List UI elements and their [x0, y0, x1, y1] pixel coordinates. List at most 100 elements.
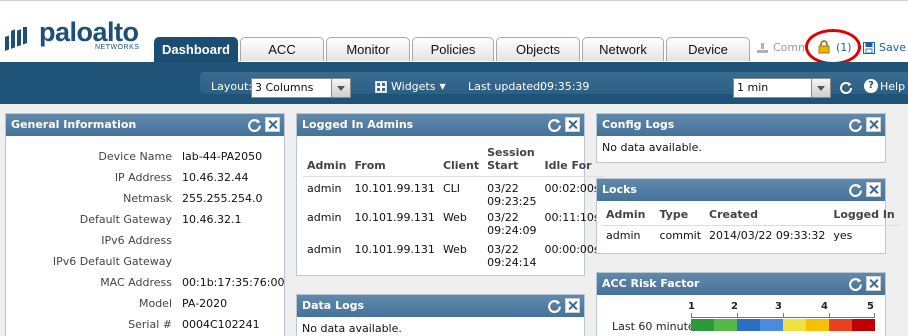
cell-from: 10.101.99.131: [354, 210, 435, 224]
column-header: Admin: [606, 208, 646, 221]
tab-acc[interactable]: ACC: [240, 37, 324, 61]
cell-logged-in: yes: [833, 229, 853, 242]
tab-monitor[interactable]: Monitor: [326, 37, 410, 61]
tab-objects[interactable]: Objects: [496, 37, 580, 61]
info-value: 0004C102241: [182, 318, 260, 331]
close-icon[interactable]: [565, 298, 580, 313]
close-icon[interactable]: [866, 276, 881, 291]
refresh-icon[interactable]: [839, 80, 853, 94]
info-row: Model PA-2020: [6, 297, 286, 317]
table-header-row: Admin Type Created Logged In: [602, 208, 899, 226]
locks-widget: Locks Admin Type Created Logged In admin…: [596, 178, 899, 254]
session-time: 09:24:14: [487, 255, 537, 269]
info-key: IPv6 Address: [101, 234, 172, 247]
session-date: 03/22: [487, 242, 519, 256]
column-header: Type: [659, 208, 689, 221]
widget-header: Logged In Admins: [297, 114, 584, 136]
info-row: IP Address 10.46.32.44: [6, 171, 286, 191]
cell-admin: admin: [307, 210, 342, 224]
refresh-icon[interactable]: [547, 117, 562, 132]
tab-device[interactable]: Device: [666, 37, 750, 61]
tab-network[interactable]: Network: [582, 37, 664, 61]
refresh-icon[interactable]: [547, 298, 562, 313]
cell-admin: admin: [307, 242, 342, 256]
info-row: Default Gateway 10.46.32.1: [6, 213, 286, 233]
info-value: 10.46.32.1: [182, 213, 242, 226]
widget-title: ACC Risk Factor: [602, 277, 700, 290]
paloalto-logo: paloalto NETWORKS: [5, 11, 145, 51]
close-icon[interactable]: [866, 182, 881, 197]
column-header: Client: [442, 159, 480, 172]
info-key: Model: [138, 297, 172, 310]
last-updated-label: Last updated:: [468, 80, 544, 93]
logged-in-admins-widget: Logged In Admins Admin From Client Sessi…: [296, 113, 604, 276]
refresh-interval-select[interactable]: 1 min: [733, 78, 831, 98]
table-row: admin 10.101.99.131 CLI 03/22 09:23:25 00…: [303, 176, 604, 209]
widgets-menu[interactable]: Widgets ▼: [375, 80, 446, 93]
risk-tick: 3: [775, 301, 782, 312]
widget-header: General Information: [6, 114, 284, 136]
logo-mark-icon: [5, 27, 27, 51]
info-key: Serial #: [128, 318, 172, 331]
risk-scale-segment: [714, 319, 737, 331]
cell-client: CLI: [442, 182, 460, 195]
refresh-icon[interactable]: [848, 117, 863, 132]
risk-color-scale: [691, 319, 875, 331]
widget-header: Locks: [597, 179, 885, 201]
cell-client: Web: [442, 210, 467, 224]
main-tabs: Dashboard ACC Monitor Policies Objects N…: [154, 37, 752, 63]
widget-title: Config Logs: [602, 118, 675, 131]
session-date: 03/22: [487, 182, 519, 195]
cell-type: commit: [659, 229, 702, 242]
lock-icon[interactable]: [818, 40, 830, 54]
session-time: 09:24:09: [487, 223, 537, 237]
column-header: From: [354, 159, 386, 172]
refresh-icon[interactable]: [848, 276, 863, 291]
chevron-down-icon[interactable]: [811, 79, 830, 97]
data-logs-widget: Data Logs No data available.: [296, 294, 585, 336]
risk-scale-segment: [852, 319, 875, 331]
widgets-label: Widgets: [391, 80, 436, 93]
lock-count[interactable]: (1): [836, 41, 852, 54]
info-value: PA-2020: [182, 297, 228, 310]
refresh-icon[interactable]: [247, 117, 262, 132]
dashboard-content: General Information Device Name lab-44-PA…: [0, 104, 908, 336]
risk-scale-segment: [691, 319, 714, 331]
widget-header: Config Logs: [597, 114, 885, 136]
cell-idle: 00:00:00s: [544, 242, 600, 256]
info-row: MAC Address 00:1b:17:35:76:00: [6, 276, 286, 296]
session-date: 03/22: [487, 210, 519, 224]
widget-title: Data Logs: [302, 299, 365, 312]
widget-title: Locks: [602, 183, 637, 196]
close-icon[interactable]: [866, 117, 881, 132]
highlight-circle: [805, 29, 861, 65]
info-row: Netmask 255.255.254.0: [6, 192, 286, 212]
commit-icon: [757, 42, 768, 53]
refresh-icon[interactable]: [848, 182, 863, 197]
commit-button[interactable]: Commit: [756, 41, 809, 54]
close-icon[interactable]: [265, 117, 280, 132]
brand-sub: NETWORKS: [95, 44, 140, 51]
info-value: 255.255.254.0: [182, 192, 263, 205]
save-button[interactable]: Save: [863, 41, 906, 54]
widget-title: General Information: [11, 118, 137, 131]
help-button[interactable]: ? Help: [864, 79, 905, 93]
layout-select[interactable]: 3 Columns: [251, 78, 351, 98]
risk-scale-segment: [737, 319, 760, 331]
close-icon[interactable]: [565, 117, 580, 132]
tab-policies[interactable]: Policies: [412, 37, 494, 61]
risk-row-label: Last 60 minutes: [612, 320, 701, 333]
widgets-grid-icon: [375, 80, 387, 93]
chevron-down-icon[interactable]: [331, 79, 350, 97]
risk-scale-segment: [783, 319, 806, 331]
info-key: Netmask: [123, 192, 172, 205]
empty-message: No data available.: [302, 322, 402, 335]
table-row: admin 10.101.99.131 Web 03/22 09:24:09 00…: [303, 209, 604, 241]
info-key: Device Name: [98, 150, 172, 163]
info-row: IPv6 Default Gateway: [6, 255, 286, 275]
cell-idle: 00:11:10s: [544, 210, 600, 224]
tab-dashboard[interactable]: Dashboard: [154, 37, 238, 63]
save-icon: [863, 41, 875, 54]
info-row: Serial # 0004C102241: [6, 318, 286, 336]
cell-created: 2014/03/22 09:33:32: [709, 229, 826, 242]
